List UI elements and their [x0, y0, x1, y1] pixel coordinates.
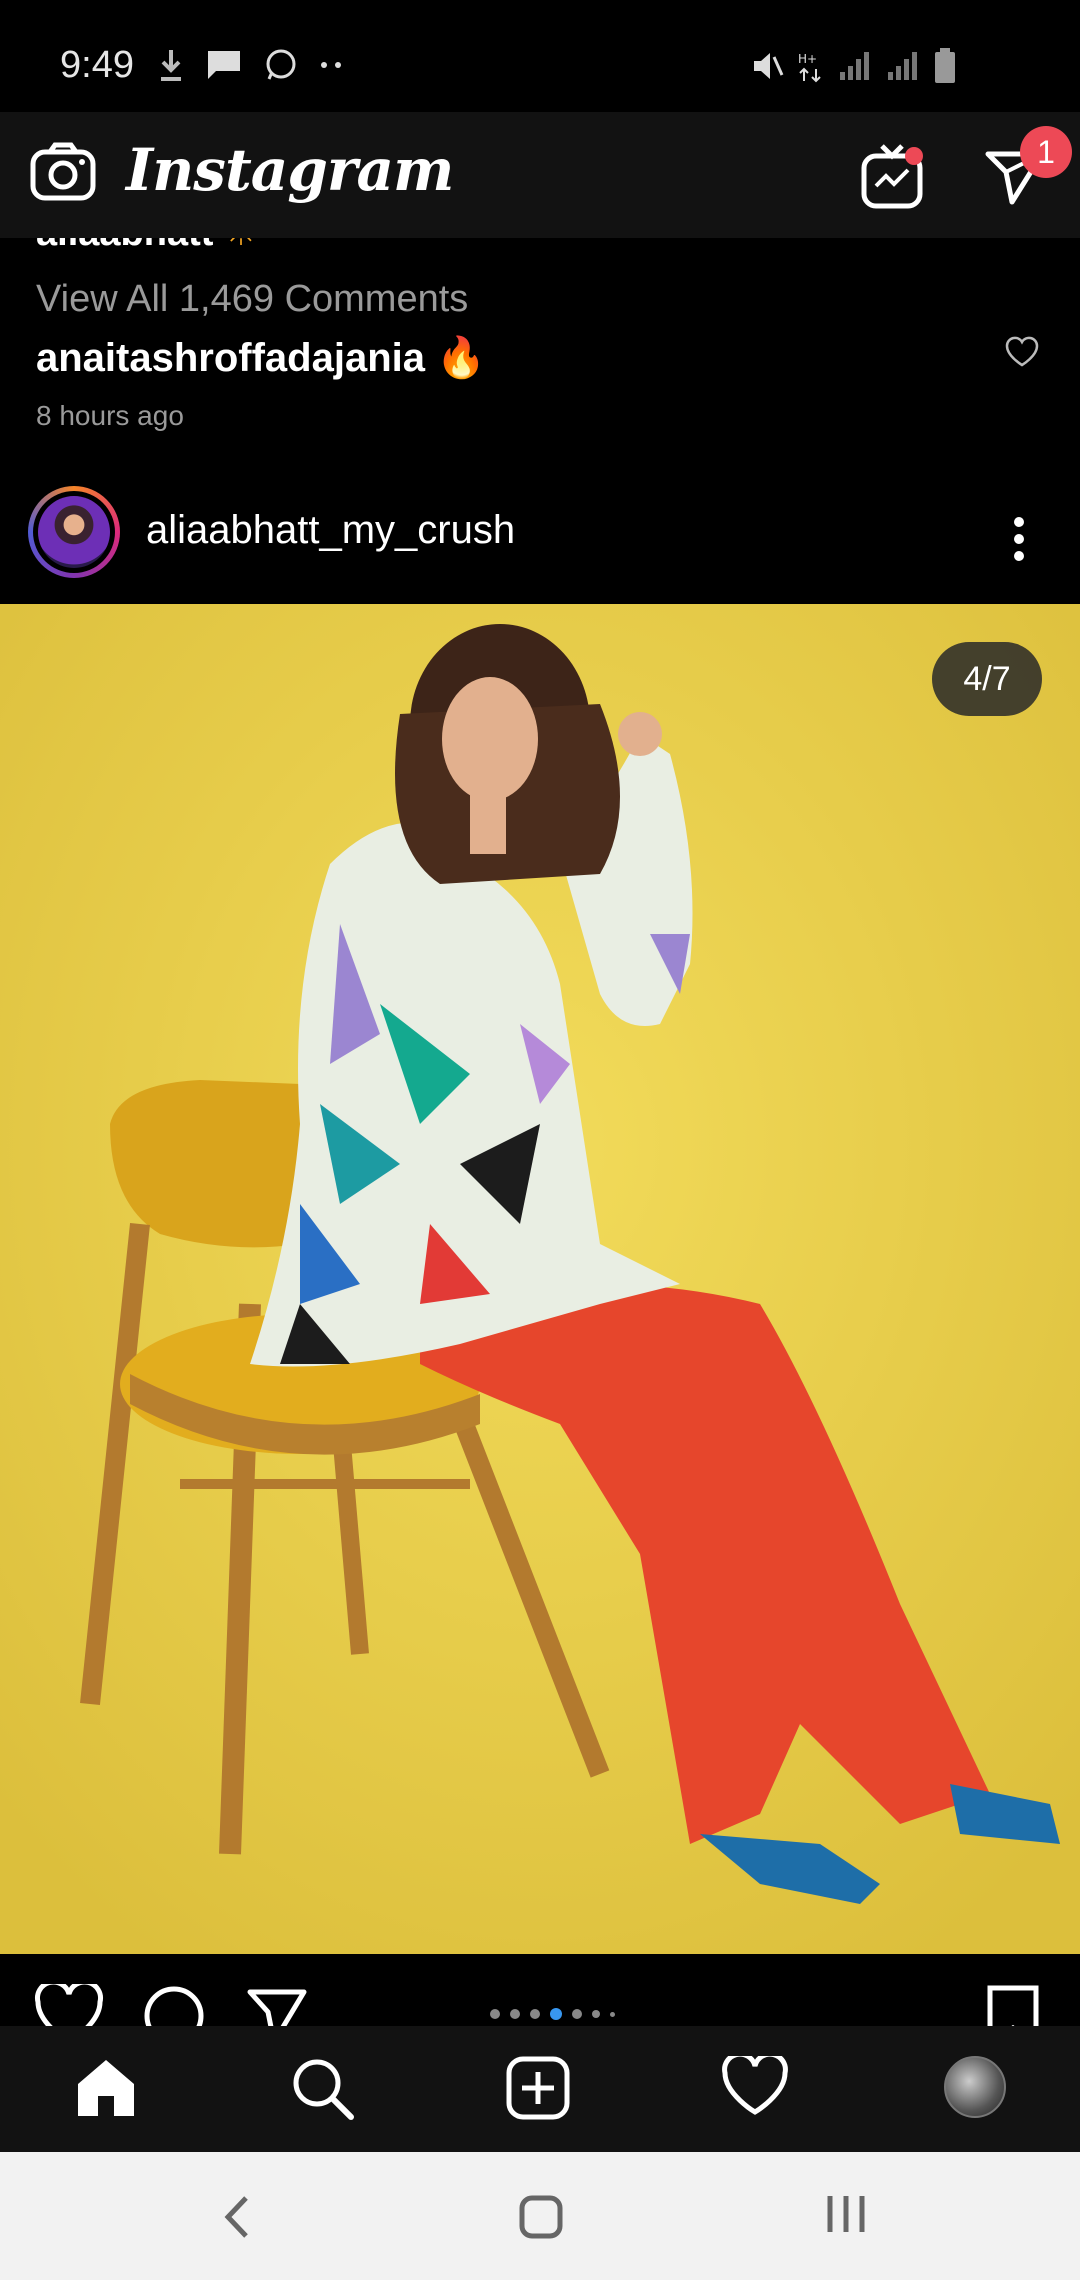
carousel-counter: 4/7	[932, 642, 1042, 716]
view-all-comments-link[interactable]: View All 1,469 Comments	[36, 278, 468, 321]
comment-like-icon[interactable]	[1004, 336, 1040, 368]
carousel-dot	[572, 2009, 582, 2019]
home-icon[interactable]	[74, 2056, 138, 2120]
activity-heart-icon[interactable]	[722, 2056, 788, 2116]
system-nav-bar	[0, 2152, 1080, 2280]
instagram-logo: Instagram	[126, 136, 454, 204]
add-post-icon[interactable]	[506, 2056, 570, 2120]
mute-icon	[754, 53, 784, 79]
recents-icon[interactable]	[824, 2194, 868, 2234]
igtv-icon[interactable]	[860, 142, 926, 212]
comment-icon[interactable]	[142, 1984, 206, 2026]
status-right-icons: H+	[750, 48, 956, 84]
app-header: Instagram 1	[0, 112, 1080, 238]
share-icon[interactable]	[246, 1986, 308, 2026]
comment-username-cut: aliaabhatt ☀	[36, 238, 258, 255]
back-icon[interactable]	[222, 2194, 252, 2240]
download-icon	[161, 50, 181, 81]
data-icon: H+	[798, 52, 821, 83]
carousel-dot	[510, 2009, 520, 2019]
post-action-row	[0, 1954, 1080, 2026]
carousel-dot	[530, 2009, 540, 2019]
carousel-dot	[490, 2009, 500, 2019]
carousel-dot-active	[550, 2008, 562, 2020]
post-avatar[interactable]	[28, 486, 120, 578]
signal-icon	[840, 52, 869, 80]
post-username[interactable]: aliaabhatt_my_crush	[146, 508, 515, 553]
post-header: aliaabhatt_my_crush	[0, 456, 1080, 604]
post-image[interactable]: 4/7	[0, 604, 1080, 1954]
like-icon[interactable]	[34, 1984, 104, 2026]
dm-notification-badge: 1	[1020, 126, 1072, 178]
carousel-dots	[490, 2008, 615, 2020]
signal-icon	[888, 52, 917, 80]
svg-text:H+: H+	[798, 52, 817, 66]
comment-row: anaitashroffadajania 🔥	[36, 334, 486, 381]
status-bar: 9:49 H+	[0, 0, 1080, 112]
home-button-icon[interactable]	[518, 2194, 564, 2240]
comment-emoji: 🔥	[436, 336, 486, 380]
carousel-dot	[592, 2010, 600, 2018]
message-icon	[208, 51, 240, 79]
status-left-icons	[158, 48, 344, 82]
comment-username[interactable]: anaitashroffadajania	[36, 336, 425, 380]
camera-icon[interactable]	[30, 142, 96, 202]
battery-icon	[935, 48, 955, 83]
carousel-dot	[610, 2011, 615, 2017]
more-dots-icon	[321, 62, 341, 68]
save-icon[interactable]	[986, 1984, 1040, 2026]
status-time: 9:49	[60, 44, 134, 86]
more-options-icon[interactable]	[1012, 516, 1026, 562]
bottom-nav	[0, 2026, 1080, 2152]
search-icon[interactable]	[290, 2056, 356, 2122]
whatsapp-icon	[266, 49, 296, 80]
profile-avatar[interactable]	[944, 2056, 1006, 2118]
post-timestamp: 8 hours ago	[36, 400, 184, 431]
photo-illustration	[0, 604, 1080, 1954]
